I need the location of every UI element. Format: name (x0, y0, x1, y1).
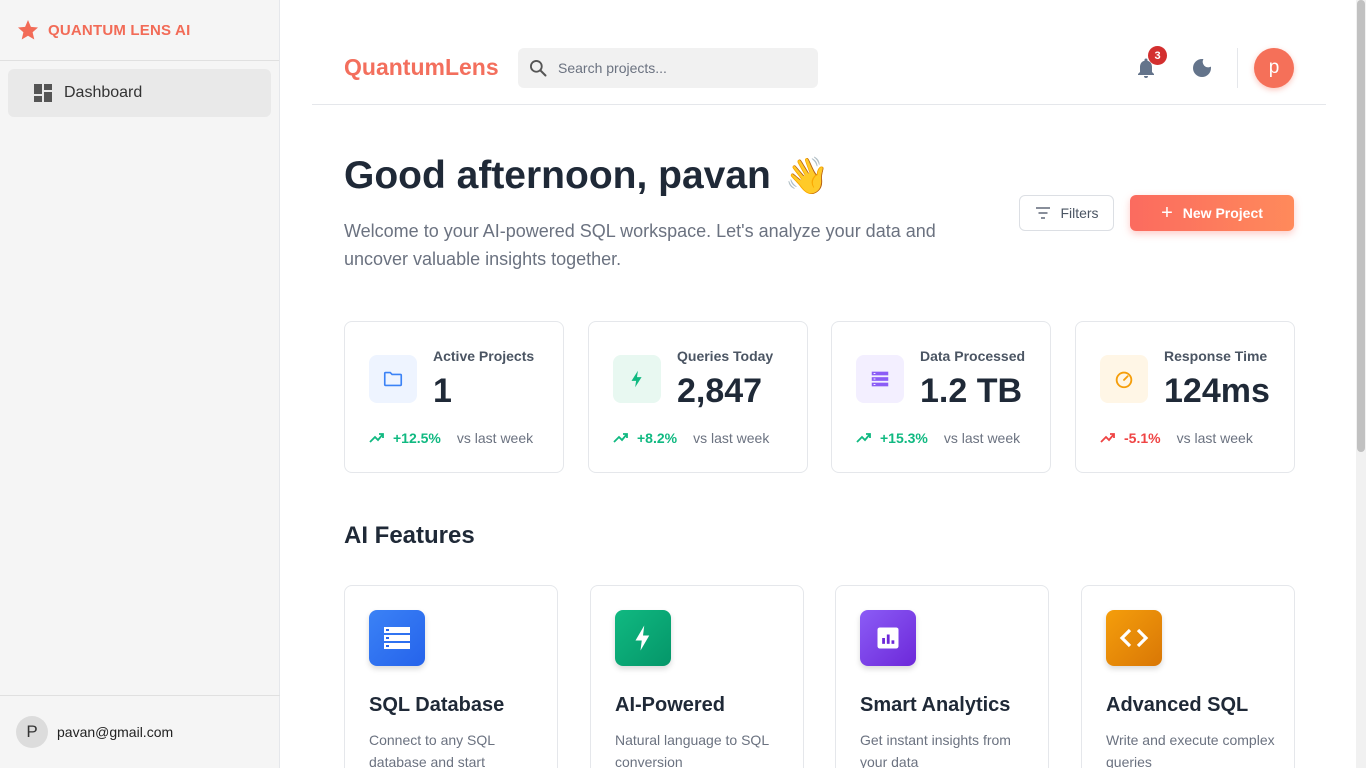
feature-description: Get instant insights from your data (860, 732, 1011, 768)
stat-trend: +12.5% vs last week (369, 430, 533, 446)
stat-card-response-time[interactable]: Response Time 124ms -5.1% vs last week (1075, 321, 1295, 473)
search-icon (530, 59, 547, 77)
feature-card-smart-analytics[interactable]: Smart Analytics Get instant insights fro… (835, 585, 1049, 768)
app-logo[interactable]: QuantumLens (344, 54, 499, 81)
plus-icon: + (1161, 202, 1173, 224)
stat-card-active-projects[interactable]: Active Projects 1 +12.5% vs last week (344, 321, 564, 473)
code-icon (1106, 610, 1162, 666)
stat-delta: +15.3% (880, 430, 928, 446)
analytics-icon (860, 610, 916, 666)
sidebar-user[interactable]: P pavan@gmail.com (0, 695, 280, 768)
search-box[interactable] (518, 48, 818, 88)
stat-label: Active Projects (433, 348, 535, 364)
feature-card-sql-database[interactable]: SQL Database Connect to any SQL database… (344, 585, 558, 768)
filters-button[interactable]: Filters (1019, 195, 1114, 231)
app-root: QUANTUM LENS AI Dashboard P pavan@gmail.… (0, 0, 1366, 768)
trending-up-icon (613, 433, 628, 443)
sidebar-item-dashboard[interactable]: Dashboard (8, 69, 271, 117)
trending-up-icon (369, 433, 384, 443)
filter-icon (1036, 207, 1051, 219)
feature-title: Smart Analytics (860, 694, 1011, 716)
new-project-label: New Project (1182, 205, 1263, 221)
user-email: pavan@gmail.com (57, 724, 174, 740)
feature-description: Connect to any SQL database and start (369, 732, 495, 768)
star-icon (18, 20, 38, 40)
stat-trend: +15.3% vs last week (856, 430, 1020, 446)
search-input[interactable] (558, 60, 798, 76)
scrollbar-thumb[interactable] (1357, 0, 1365, 452)
feature-title: AI-Powered (615, 694, 726, 716)
stat-delta: +8.2% (637, 430, 678, 446)
stat-label: Queries Today (677, 348, 774, 364)
profile-avatar[interactable]: p (1254, 48, 1294, 88)
user-avatar: P (16, 716, 48, 748)
filters-label: Filters (1060, 205, 1099, 221)
stat-value: 2,847 (677, 372, 763, 410)
stat-comparison: vs last week (693, 430, 770, 446)
feature-card-advanced-sql[interactable]: Advanced SQL Write and execute complex q… (1081, 585, 1295, 768)
trending-up-icon (856, 433, 871, 443)
brand-name: QUANTUM LENS AI (48, 21, 191, 39)
new-project-button[interactable]: + New Project (1130, 195, 1294, 231)
stat-value: 1 (433, 372, 452, 410)
stat-label: Data Processed (920, 348, 1026, 364)
top-header: QuantumLens 3 p (312, 0, 1326, 105)
speedometer-icon (1100, 355, 1148, 403)
page-title: Good afternoon, pavan (344, 154, 771, 197)
feature-card-ai-powered[interactable]: AI-Powered Natural language to SQL conve… (590, 585, 804, 768)
stat-card-queries-today[interactable]: Queries Today 2,847 +8.2% vs last week (588, 321, 808, 473)
moon-icon[interactable] (1190, 56, 1214, 80)
lightning-icon (613, 355, 661, 403)
stat-comparison: vs last week (1176, 430, 1253, 446)
storage-icon (856, 355, 904, 403)
stat-comparison: vs last week (943, 430, 1021, 446)
feature-description: Natural language to SQL conversion (615, 732, 769, 768)
notification-badge: 3 (1148, 46, 1167, 65)
feature-title: SQL Database (369, 694, 505, 716)
trending-down-icon (1100, 433, 1115, 443)
sidebar-item-label: Dashboard (64, 84, 143, 101)
lightning-icon (615, 610, 671, 666)
stat-value: 124ms (1164, 372, 1270, 410)
folder-icon (369, 355, 417, 403)
stat-label: Response Time (1164, 348, 1268, 364)
feature-title: Advanced SQL (1106, 694, 1249, 716)
greeting: Good afternoon, pavan 👋 (344, 154, 830, 198)
page-subtitle: Welcome to your AI-powered SQL workspace… (344, 221, 936, 269)
stat-card-data-processed[interactable]: Data Processed 1.2 TB +15.3% vs last wee… (831, 321, 1051, 473)
stat-value: 1.2 TB (920, 372, 1023, 410)
stat-trend: -5.1% vs last week (1100, 430, 1253, 446)
dashboard-icon (34, 84, 52, 102)
stat-delta: +12.5% (393, 430, 441, 446)
stat-trend: +8.2% vs last week (613, 430, 769, 446)
sidebar: QUANTUM LENS AI Dashboard P pavan@gmail.… (0, 0, 280, 768)
stat-delta: -5.1% (1124, 430, 1161, 446)
header-divider (1237, 48, 1238, 88)
wave-emoji: 👋 (784, 155, 830, 196)
feature-description: Write and execute complex queries (1106, 732, 1275, 768)
database-icon (369, 610, 425, 666)
stat-comparison: vs last week (456, 430, 534, 446)
section-title: AI Features (344, 522, 475, 549)
page-scrollbar[interactable] (1356, 0, 1366, 768)
sidebar-brand[interactable]: QUANTUM LENS AI (0, 0, 279, 61)
